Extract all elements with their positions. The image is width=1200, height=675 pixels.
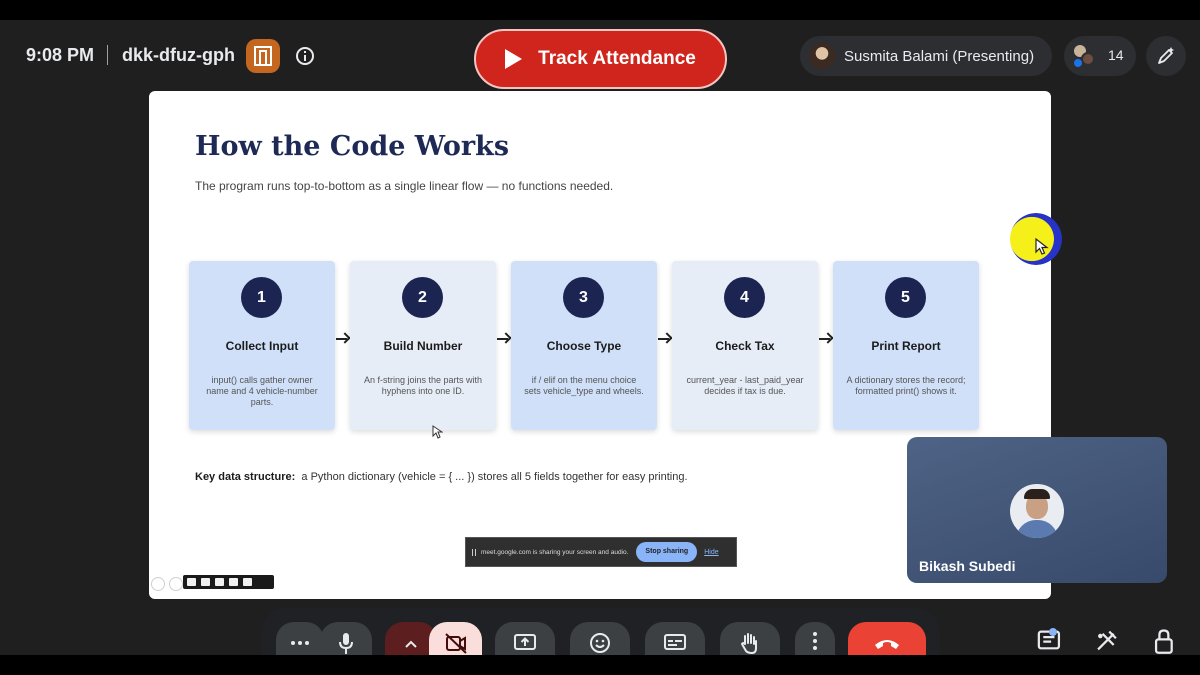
key-data-structure: Key data structure: a Python dictionary … — [195, 471, 688, 483]
slide-title: How the Code Works — [195, 131, 510, 162]
pause-icon — [472, 548, 476, 556]
people-button[interactable]: 14 — [1064, 36, 1136, 76]
step-number: 5 — [885, 277, 926, 318]
arrow-icon — [336, 333, 349, 345]
step-number: 4 — [724, 277, 765, 318]
step-title: Choose Type — [546, 339, 622, 353]
slide-subtitle: The program runs top-to-bottom as a sing… — [195, 179, 614, 193]
presenter-name: Susmita Balami (Presenting) — [844, 47, 1035, 65]
arrow-icon — [819, 333, 832, 345]
track-attendance-label: Track Attendance — [538, 48, 696, 69]
topbar-divider — [107, 45, 108, 65]
step-card-1: 1 Collect Input input() calls gather own… — [189, 261, 335, 430]
participant-avatar — [1010, 484, 1064, 538]
clock: 9:08 PM — [26, 45, 95, 65]
mic-icon[interactable] — [215, 578, 224, 586]
host-controls-button[interactable] — [246, 39, 280, 73]
arrow-icon — [658, 333, 671, 345]
raise-hand-button[interactable] — [720, 622, 780, 655]
participant-name: Bikash Subedi — [919, 558, 1016, 574]
step-card-5: 5 Print Report A dictionary stores the r… — [833, 261, 979, 430]
host-controls-icon — [254, 46, 272, 66]
more-options-button[interactable] — [276, 622, 324, 655]
arrow-icon — [497, 333, 510, 345]
leave-call-button[interactable] — [848, 622, 926, 655]
meeting-code: dkk-dfuz-gph — [122, 45, 235, 65]
cursor-icon — [1035, 238, 1049, 255]
step-title: Check Tax — [715, 339, 775, 353]
step-card-4: 4 Check Tax current_year - last_paid_yea… — [672, 261, 818, 430]
step-title: Build Number — [383, 339, 463, 353]
key-data-text: a Python dictionary (vehicle = { ... }) … — [301, 471, 688, 483]
edit-icon — [1158, 47, 1174, 64]
camera-toggle-button[interactable] — [429, 622, 482, 655]
step-description: if / elif on the menu choice sets vehicl… — [524, 375, 644, 396]
slide-nav — [151, 577, 183, 591]
step-number: 1 — [241, 277, 282, 318]
video-icon[interactable] — [201, 578, 210, 586]
camera-off-icon — [444, 633, 467, 654]
microphone-button[interactable] — [320, 622, 372, 655]
track-attendance-button[interactable]: Track Attendance — [474, 29, 727, 89]
camera-icon[interactable] — [187, 578, 196, 586]
info-icon[interactable] — [296, 47, 314, 65]
hide-link[interactable]: Hide — [704, 549, 718, 556]
step-number: 2 — [402, 277, 443, 318]
host-lock-icon[interactable] — [1145, 626, 1185, 655]
screen-share-notification: meet.google.com is sharing your screen a… — [465, 537, 737, 567]
chat-badge — [1049, 628, 1057, 636]
captions-icon — [664, 634, 686, 650]
chevron-up-icon — [405, 640, 417, 648]
letterbox-top — [0, 0, 1200, 20]
step-number: 3 — [563, 277, 604, 318]
people-icon — [1072, 43, 1095, 69]
people-count: 14 — [1108, 47, 1124, 63]
step-card-2: 2 Build Number An f-string joins the par… — [350, 261, 496, 430]
step-description: current_year - last_paid_year decides if… — [686, 375, 804, 396]
share-message: meet.google.com is sharing your screen a… — [481, 548, 629, 556]
step-description: A dictionary stores the record; formatte… — [846, 375, 966, 396]
more-vert-button[interactable] — [795, 622, 835, 655]
step-description: An f-string joins the parts with hyphens… — [363, 375, 483, 396]
presenter-avatar — [809, 43, 835, 69]
present-screen-icon — [514, 634, 536, 650]
reactions-button[interactable] — [570, 622, 630, 655]
letterbox-bottom — [0, 655, 1200, 675]
prev-slide-icon[interactable] — [151, 577, 165, 591]
slide-toolbar — [183, 575, 274, 589]
step-card-3: 3 Choose Type if / elif on the menu choi… — [511, 261, 657, 430]
participant-tile[interactable]: Bikash Subedi — [907, 437, 1167, 583]
activities-icon[interactable] — [1087, 626, 1127, 655]
microphone-icon — [339, 633, 353, 654]
more-vert-icon — [813, 632, 817, 651]
present-button[interactable] — [495, 622, 555, 655]
step-title: Collect Input — [225, 339, 299, 353]
cursor-icon — [432, 425, 443, 439]
stop-sharing-button[interactable]: Stop sharing — [636, 542, 698, 562]
edit-button[interactable] — [1146, 36, 1186, 76]
step-description: input() calls gather owner name and 4 ve… — [206, 375, 318, 407]
play-icon — [505, 49, 523, 69]
more-options-icon — [291, 641, 309, 645]
next-slide-icon[interactable] — [169, 577, 183, 591]
emoji-icon — [590, 633, 610, 653]
key-data-label: Key data structure: — [195, 471, 296, 483]
captions-button[interactable] — [645, 622, 705, 655]
settings-icon[interactable] — [243, 578, 252, 586]
raise-hand-icon — [740, 633, 757, 654]
presenter-chip[interactable]: Susmita Balami (Presenting) — [800, 36, 1052, 76]
screen-icon[interactable] — [229, 578, 238, 586]
step-title: Print Report — [871, 339, 941, 353]
end-call-icon — [875, 640, 899, 649]
